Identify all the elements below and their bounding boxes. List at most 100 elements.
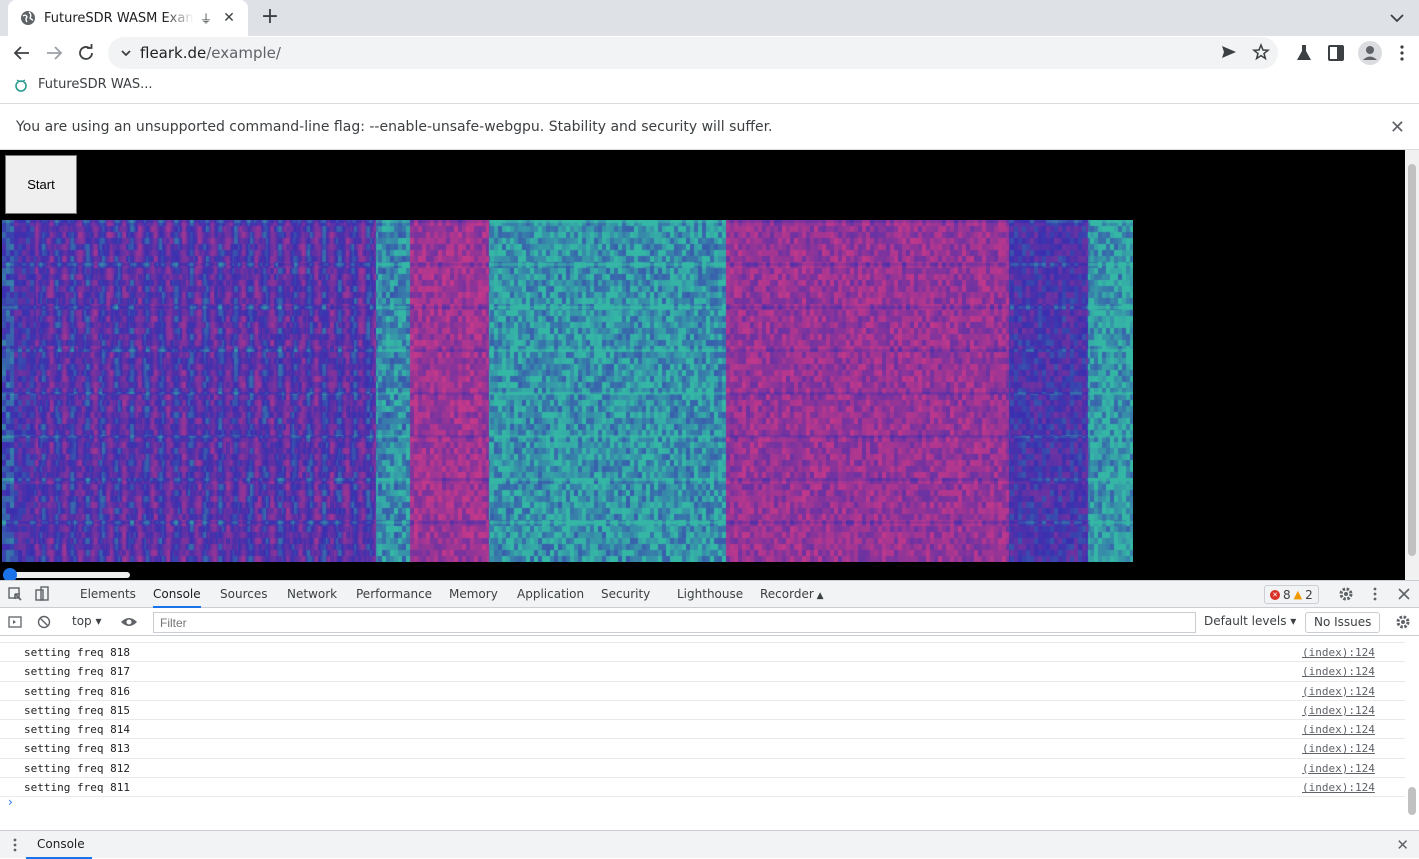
console-toolbar: top ▾ Default levels ▾ No Issues [0, 609, 1419, 636]
warning-count: 2 [1305, 587, 1313, 602]
url-text: fleark.de/example/ [140, 44, 281, 62]
tab-security[interactable]: Security [601, 581, 650, 608]
bookmark-label: FutureSDR WAS... [38, 77, 153, 92]
console-scrollbar[interactable] [1405, 637, 1419, 829]
devtools-menu-icon[interactable] [1366, 585, 1384, 603]
tab-recorder[interactable]: Recorder ▲ [760, 581, 824, 608]
spectrum-waterfall [2, 220, 1133, 562]
console-row: setting freq 818 (index):124 [0, 643, 1405, 663]
profile-avatar-icon[interactable] [1357, 40, 1383, 66]
console-message: setting freq 817 [24, 665, 130, 679]
page-scrollbar-thumb[interactable] [1408, 164, 1416, 556]
back-button[interactable] [9, 40, 35, 66]
console-message: setting freq 812 [24, 761, 130, 775]
send-icon[interactable] [1220, 43, 1238, 61]
console-row: setting freq 812 (index):124 [0, 759, 1405, 779]
console-source-link[interactable]: (index):124 [1302, 759, 1375, 778]
kebab-menu-icon[interactable] [1393, 42, 1411, 64]
devtools-panel: Elements Console Sources Network Performance… [0, 580, 1419, 859]
tab-network[interactable]: Network [287, 581, 337, 608]
settings-gear-icon[interactable] [1337, 585, 1355, 603]
issues-counter[interactable]: ✕ 8 ▲ 2 [1264, 585, 1319, 604]
console-message: setting freq 816 [24, 684, 130, 698]
forward-button[interactable] [41, 40, 67, 66]
console-source-link[interactable]: (index):124 [1302, 701, 1375, 720]
device-toolbar-icon[interactable] [33, 585, 51, 603]
experiment-flask-icon: ▲ [813, 591, 824, 601]
sidebar-toggle-icon[interactable] [6, 613, 24, 631]
drawer-close-icon[interactable]: ✕ [1396, 836, 1409, 854]
log-levels-dropdown[interactable]: Default levels ▾ [1204, 614, 1296, 628]
tab-strip: FutureSDR WASM Example ⏚ ✕ + [0, 0, 1419, 36]
console-message: setting freq 814 [24, 723, 130, 737]
console-source-link[interactable]: (index):124 [1302, 643, 1375, 662]
tab-title: FutureSDR WASM Example [44, 10, 194, 26]
tab-memory[interactable]: Memory [449, 581, 498, 608]
page-scrollbar[interactable] [1405, 150, 1419, 580]
console-scrollbar-thumb[interactable] [1408, 787, 1416, 815]
tab-search-chevron-icon[interactable] [1387, 8, 1407, 28]
console-row: setting freq 811 (index):124 [0, 778, 1405, 798]
toolbar-actions [1293, 40, 1411, 66]
warning-infobar: You are using an unsupported command-lin… [0, 105, 1419, 150]
arrow-right-icon [47, 46, 63, 60]
labs-flask-icon[interactable] [1293, 42, 1315, 64]
context-selector[interactable]: top ▾ [72, 614, 102, 628]
console-row: setting freq 815 (index):124 [0, 701, 1405, 721]
browser-toolbar: fleark.de/example/ [0, 36, 1419, 70]
drawer-tab-console[interactable]: Console [26, 831, 92, 859]
console-row: setting freq 813 (index):124 [0, 739, 1405, 759]
console-prompt[interactable]: › [8, 795, 13, 809]
console-source-link[interactable]: (index):124 [1302, 739, 1375, 758]
start-button[interactable]: Start [5, 155, 77, 214]
error-count: 8 [1283, 587, 1291, 602]
console-message: setting freq 815 [24, 703, 130, 717]
tab-elements[interactable]: Elements [80, 581, 136, 608]
tab-sources[interactable]: Sources [220, 581, 267, 608]
frequency-slider[interactable] [3, 568, 130, 580]
console-source-link[interactable]: (index):124 [1302, 720, 1375, 739]
console-message: setting freq 811 [24, 781, 130, 795]
clear-console-icon[interactable] [35, 613, 53, 631]
infobar-message: You are using an unsupported command-lin… [16, 119, 773, 135]
star-icon[interactable] [1252, 43, 1270, 61]
tab-console[interactable]: Console [153, 581, 201, 608]
new-tab-button[interactable]: + [258, 5, 282, 29]
drawer-menu-icon[interactable] [6, 836, 24, 854]
devtools-tabbar: Elements Console Sources Network Performance… [0, 581, 1419, 608]
bookmarks-bar: FutureSDR WAS... [0, 70, 1419, 104]
console-row: setting freq 814 (index):124 [0, 720, 1405, 740]
log-levels-label: Default levels [1204, 614, 1287, 628]
console-settings-gear-icon[interactable] [1394, 613, 1412, 631]
reload-button[interactable] [73, 40, 99, 66]
side-panel-icon[interactable] [1325, 42, 1347, 64]
console-log: setting freq 818 (index):124 setting freq … [0, 637, 1405, 829]
address-bar[interactable]: fleark.de/example/ [108, 37, 1278, 69]
console-message: setting freq 813 [24, 742, 130, 756]
infobar-close-icon[interactable]: ✕ [1390, 117, 1405, 138]
url-host: fleark.de [140, 44, 207, 62]
tab-application[interactable]: Application [517, 581, 584, 608]
arrow-left-icon [13, 46, 29, 60]
devtools-close-icon[interactable] [1395, 585, 1413, 603]
page-viewport: Start [0, 150, 1405, 580]
futuresdr-logo-icon [15, 78, 27, 92]
warning-icon: ▲ [1293, 588, 1303, 601]
tab-lighthouse[interactable]: Lighthouse [677, 581, 743, 608]
console-source-link[interactable]: (index):124 [1302, 682, 1375, 701]
console-source-link[interactable]: (index):124 [1302, 778, 1375, 797]
console-source-link[interactable]: (index):124 [1302, 662, 1375, 681]
inspect-element-icon[interactable] [6, 585, 24, 603]
tab-close-icon[interactable]: ✕ [220, 10, 238, 26]
slider-thumb[interactable] [3, 568, 17, 580]
bookmark-item[interactable]: FutureSDR WAS... [14, 77, 153, 92]
live-expression-eye-icon[interactable] [120, 613, 138, 631]
console-filter-input[interactable] [153, 612, 1196, 633]
omnibox-actions [1220, 43, 1270, 61]
tab-performance[interactable]: Performance [356, 581, 432, 608]
site-info-chevron-icon[interactable] [120, 47, 132, 59]
no-issues-button[interactable]: No Issues [1305, 612, 1381, 633]
error-icon: ✕ [1270, 589, 1280, 600]
browser-tab[interactable]: FutureSDR WASM Example ⏚ ✕ [8, 0, 248, 36]
url-path: /example/ [206, 44, 281, 62]
